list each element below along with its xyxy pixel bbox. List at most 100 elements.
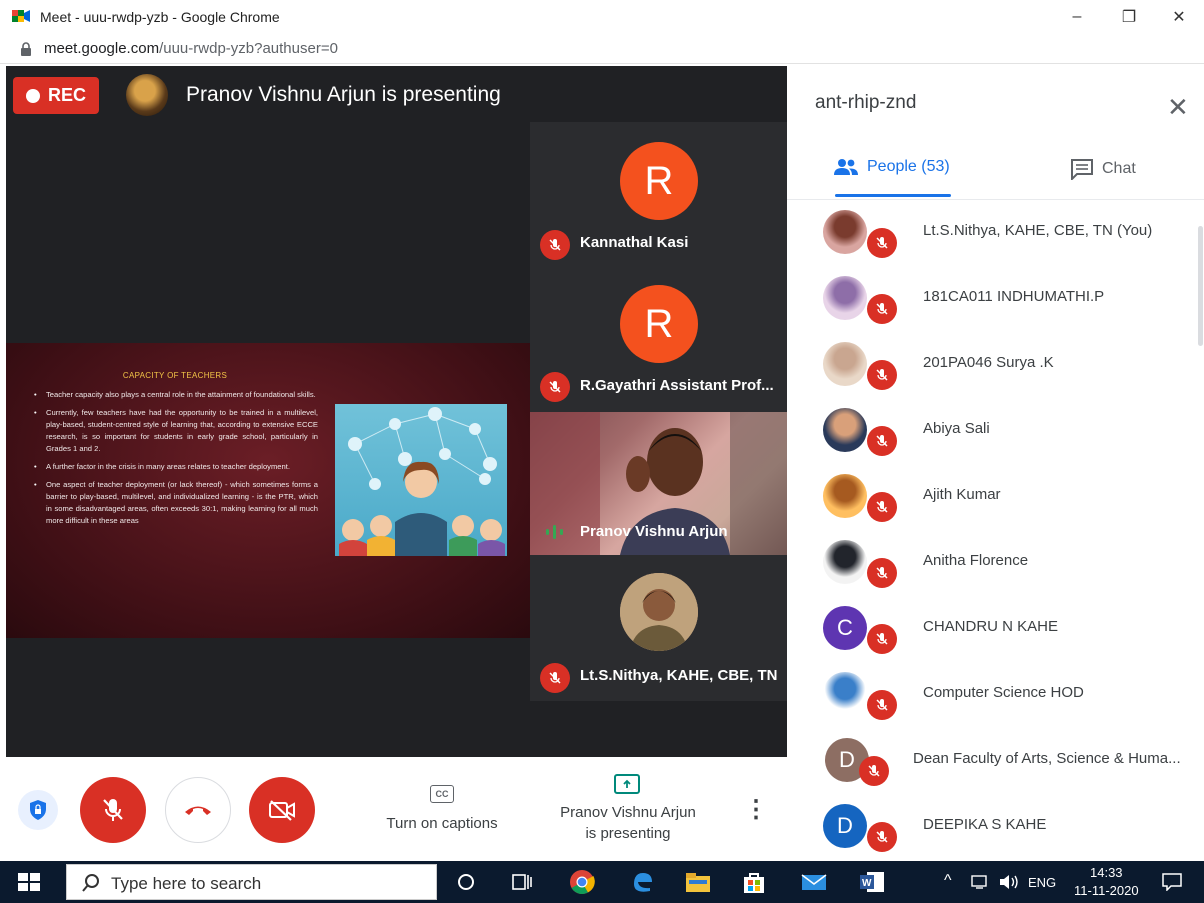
tab-people[interactable]: People (53) — [833, 158, 950, 176]
close-panel-icon[interactable]: ✕ — [1167, 92, 1189, 123]
word-icon[interactable]: W — [856, 866, 888, 898]
participant-name: R.Gayathri Assistant Prof... — [580, 377, 774, 394]
mic-off-icon — [103, 799, 123, 821]
participant-name: Kannathal Kasi — [580, 234, 689, 251]
rec-label: REC — [47, 85, 86, 105]
present-screen-icon[interactable] — [614, 774, 640, 794]
store-icon[interactable] — [738, 866, 770, 898]
tab-chat[interactable]: Chat — [1070, 158, 1136, 180]
clock-date[interactable]: 11-11-2020 — [1074, 883, 1139, 898]
participant-row[interactable]: D Dean Faculty of Arts, Science & Huma... — [787, 728, 1204, 794]
record-dot-icon — [25, 88, 40, 103]
microphone-toggle-button[interactable] — [80, 777, 146, 843]
people-icon — [834, 159, 858, 175]
mic-off-icon — [867, 426, 897, 456]
close-window-button[interactable]: ✕ — [1156, 4, 1202, 30]
windows-taskbar: Type here to search W ^ ENG 14:33 11-11-… — [0, 861, 1204, 903]
presenter-avatar — [126, 74, 168, 116]
participant-name: Lt.S.Nithya, KAHE, CBE, TN — [580, 667, 778, 684]
participant-photo-avatar — [823, 408, 867, 452]
participant-row[interactable]: C CHANDRU N KAHE — [787, 596, 1204, 662]
edge-icon[interactable] — [626, 866, 658, 898]
people-panel: ant-rhip-znd ✕ People (53) Chat Lt.S.Nit… — [787, 66, 1204, 861]
browser-title-bar: Meet - uuu-rwdp-yzb - Google Chrome – ❐ … — [0, 0, 1204, 34]
camera-toggle-button[interactable] — [249, 777, 315, 843]
participant-photo-avatar — [620, 573, 698, 651]
mic-off-icon — [867, 294, 897, 324]
mic-off-icon — [867, 690, 897, 720]
mic-off-icon — [540, 372, 570, 402]
participant-row[interactable]: 201PA046 Surya .K — [787, 332, 1204, 398]
volume-icon[interactable] — [998, 873, 1020, 891]
task-view-icon[interactable] — [506, 866, 538, 898]
address-bar[interactable]: meet.google.com/uuu-rwdp-yzb?authuser=0 — [0, 34, 1204, 64]
participant-initial-avatar: R — [620, 285, 698, 363]
participant-tile[interactable]: Lt.S.Nithya, KAHE, CBE, TN — [530, 555, 787, 701]
captions-button-label[interactable]: Turn on captions — [366, 815, 518, 832]
slide-bullet: A further factor in the crisis in many a… — [34, 461, 318, 473]
audio-level-icon — [546, 525, 563, 539]
clock-time[interactable]: 14:33 — [1090, 865, 1123, 880]
url-text[interactable]: meet.google.com/uuu-rwdp-yzb?authuser=0 — [44, 40, 338, 57]
mic-off-icon — [859, 756, 889, 786]
shield-lock-icon — [30, 800, 46, 820]
restore-button[interactable]: ❐ — [1106, 4, 1152, 30]
notifications-icon[interactable] — [1162, 873, 1182, 891]
presentation-status-line1[interactable]: Pranov Vishnu Arjun — [538, 804, 718, 821]
participant-row[interactable]: D DEEPIKA S KAHE — [787, 794, 1204, 860]
participant-name: Ajith Kumar — [923, 486, 1001, 503]
language-indicator[interactable]: ENG — [1028, 875, 1056, 890]
participant-name: 181CA011 INDHUMATHI.P — [923, 288, 1105, 305]
recording-indicator[interactable]: REC — [13, 77, 99, 114]
url-path: /uuu-rwdp-yzb?authuser=0 — [159, 40, 338, 57]
mic-off-icon — [867, 558, 897, 588]
participant-video-tile[interactable]: Pranov Vishnu Arjun — [530, 412, 787, 555]
minimize-button[interactable]: – — [1054, 4, 1100, 30]
tab-chat-label: Chat — [1102, 160, 1136, 177]
mail-icon[interactable] — [798, 866, 830, 898]
chat-icon — [1071, 159, 1093, 180]
meeting-safety-button[interactable] — [18, 790, 58, 830]
participant-photo-avatar — [823, 540, 867, 584]
slide-title: CAPACITY OF TEACHERS — [122, 371, 228, 380]
window-title: Meet - uuu-rwdp-yzb - Google Chrome — [40, 9, 280, 25]
cortana-icon[interactable] — [450, 866, 482, 898]
chrome-icon[interactable] — [566, 866, 598, 898]
mic-off-icon — [867, 228, 897, 258]
presentation-status-line2[interactable]: is presenting — [538, 825, 718, 842]
svg-text:W: W — [862, 878, 872, 889]
mic-off-icon — [867, 360, 897, 390]
presenting-title: Pranov Vishnu Arjun is presenting — [186, 83, 501, 106]
leave-call-button[interactable] — [165, 777, 231, 843]
meet-app-icon — [12, 10, 30, 22]
participant-tile[interactable]: R Kannathal Kasi — [530, 122, 787, 267]
mic-off-icon — [540, 230, 570, 260]
file-explorer-icon[interactable] — [682, 866, 714, 898]
camera-off-icon — [269, 800, 295, 821]
participant-name: Anitha Florence — [923, 552, 1029, 569]
participant-name: Lt.S.Nithya, KAHE, CBE, TN (You) — [923, 222, 1153, 239]
more-options-icon[interactable]: ⋮ — [744, 795, 768, 824]
mic-off-icon — [867, 492, 897, 522]
participant-tile[interactable]: R R.Gayathri Assistant Prof... — [530, 267, 787, 412]
participant-photo-avatar — [823, 276, 867, 320]
taskbar-search-box[interactable]: Type here to search — [66, 864, 437, 900]
participant-row[interactable]: Computer Science HOD — [787, 662, 1204, 728]
lock-icon — [21, 42, 31, 56]
participant-row[interactable]: 181CA011 INDHUMATHI.P — [787, 266, 1204, 332]
slide-bullet: Currently, few teachers have had the opp… — [34, 407, 318, 455]
network-icon[interactable] — [971, 874, 991, 890]
participant-row[interactable]: Lt.S.Nithya, KAHE, CBE, TN (You) — [787, 200, 1204, 266]
participant-name: DEEPIKA S KAHE — [923, 816, 1047, 833]
mic-off-icon — [540, 663, 570, 693]
participant-row[interactable]: Abiya Sali — [787, 398, 1204, 464]
participant-row[interactable]: Ajith Kumar — [787, 464, 1204, 530]
participant-name: 201PA046 Surya .K — [923, 354, 1054, 371]
search-placeholder: Type here to search — [111, 874, 262, 893]
participant-name: CHANDRU N KAHE — [923, 618, 1059, 635]
tray-chevron-icon[interactable]: ^ — [944, 872, 952, 890]
windows-start-icon[interactable] — [18, 873, 40, 891]
teachers-illustration — [335, 404, 507, 556]
participant-row[interactable]: Anitha Florence — [787, 530, 1204, 596]
captions-icon[interactable]: CC — [430, 785, 454, 803]
